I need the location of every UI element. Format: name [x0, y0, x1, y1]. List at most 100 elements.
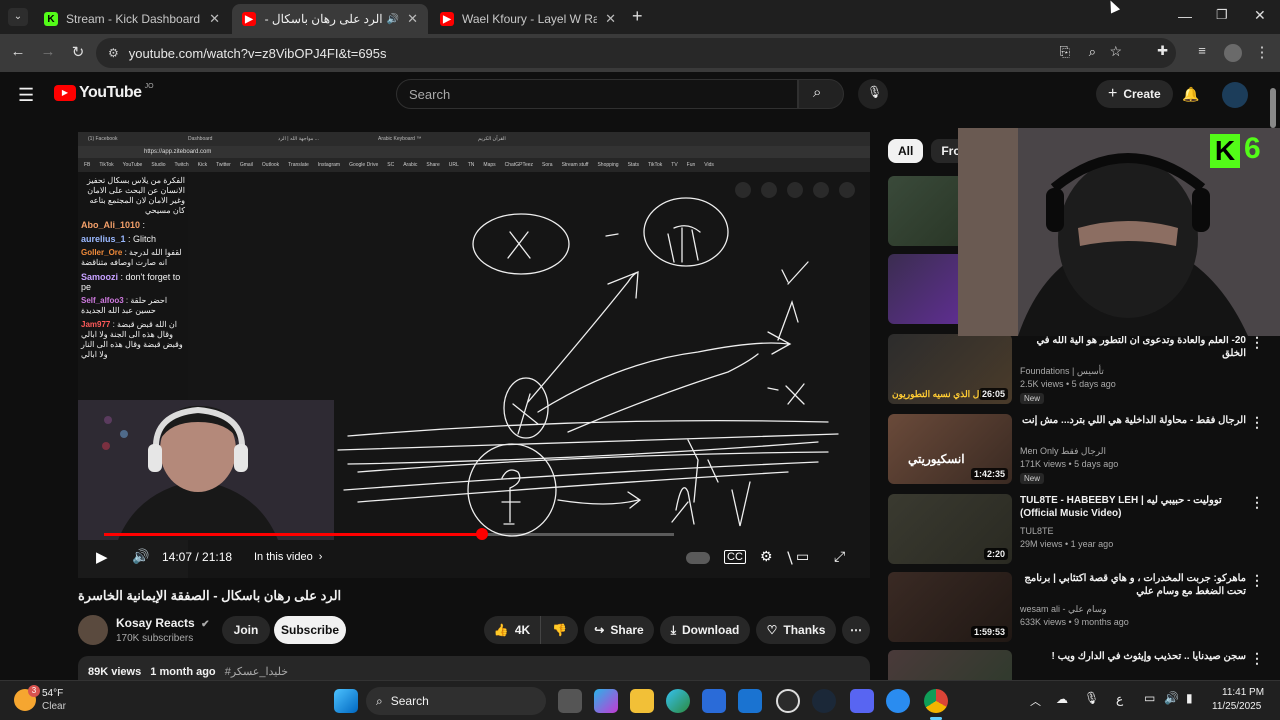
tab-title: الرد على رهان باسكال - الصفقة	[264, 12, 383, 26]
more-vertical-icon[interactable]: ⋮	[1250, 334, 1264, 351]
media-control-icon[interactable]: ≡	[1192, 43, 1212, 58]
channel-name[interactable]: Kosay Reacts ✔	[116, 616, 209, 630]
download-button[interactable]: ⤓ Download	[660, 616, 750, 644]
bookmark: TV	[671, 162, 678, 168]
discord-icon[interactable]	[850, 689, 874, 713]
back-button[interactable]: ←	[8, 43, 28, 60]
close-tab-icon[interactable]: ✕	[605, 11, 616, 27]
minimize-button[interactable]: —	[1178, 8, 1192, 24]
clock-time[interactable]: 11:41 PM	[1222, 687, 1264, 698]
volume-icon[interactable]: 🔊	[132, 548, 149, 565]
store-icon[interactable]	[702, 689, 726, 713]
recommended-video[interactable]: سجن صيدنايا .. تحذيب وإيثوث في الدارك وي…	[888, 650, 1264, 680]
new-badge: New	[1020, 393, 1045, 404]
obs-icon[interactable]	[776, 689, 800, 713]
windows-start-icon[interactable]	[334, 689, 358, 713]
tab-title: Stream - Kick Dashboard	[66, 12, 201, 26]
more-vertical-icon[interactable]: ⋮	[1250, 650, 1264, 667]
create-button[interactable]: + Create	[1096, 80, 1173, 108]
profile-avatar[interactable]	[1224, 44, 1242, 62]
messenger-icon[interactable]	[886, 689, 910, 713]
chat-username: Self_alfoo3	[81, 296, 124, 305]
miniplayer-icon[interactable]: ▭	[796, 548, 809, 565]
rec-title: سجن صيدنايا .. تحذيب وإيثوث في الدارك وي…	[1051, 651, 1246, 662]
steam-icon[interactable]	[812, 689, 836, 713]
close-tab-icon[interactable]: ✕	[209, 11, 220, 27]
chat-message: Jam977 : ان الله قبض قبضة وقال هذه الى ا…	[81, 320, 185, 360]
address-bar[interactable]: ⚙ youtube.com/watch?v=z8VibOPJ4FI&t=695s…	[96, 38, 1176, 68]
copilot-icon[interactable]	[594, 689, 618, 713]
chip-all[interactable]: All	[888, 139, 924, 163]
forward-button[interactable]: →	[38, 43, 58, 60]
tab-youtube-video[interactable]: ▶ الرد على رهان باسكال - الصفقة 🔊 ✕	[232, 4, 428, 34]
in-this-video-button[interactable]: In this video ›	[254, 546, 322, 568]
progress-bar[interactable]	[104, 528, 674, 540]
new-tab-button[interactable]: +	[632, 6, 643, 27]
task-view-icon[interactable]	[558, 689, 582, 713]
tab-wael-kfoury[interactable]: ▶ Wael Kfoury - Layel W Raad | ليل ✕	[430, 4, 626, 34]
settings-gear-icon[interactable]: ⚙	[760, 548, 773, 565]
join-button[interactable]: Join	[222, 616, 270, 644]
page-scrollbar[interactable]	[1270, 88, 1276, 128]
play-button[interactable]: ▶	[96, 548, 108, 566]
close-tab-icon[interactable]: ✕	[407, 11, 418, 27]
more-vertical-icon[interactable]: ⋮	[1250, 494, 1264, 511]
zoom-icon[interactable]: ⌕	[1089, 44, 1096, 60]
bookmark-star-icon[interactable]: ☆	[1109, 43, 1122, 60]
recommended-video[interactable]: 2:20 TUL8TE - HABEEBY LEH | تووليت - حبي…	[888, 494, 1264, 568]
hamburger-menu-icon[interactable]: ☰	[18, 85, 34, 106]
weather-widget[interactable]: 3 54°F Clear	[14, 685, 104, 715]
volume-tray-icon[interactable]: 🔊	[1164, 691, 1179, 705]
speaker-icon[interactable]: 🔊	[387, 14, 399, 25]
network-icon[interactable]: ▭	[1144, 691, 1155, 705]
more-actions-button[interactable]: ⋯	[842, 616, 870, 644]
onedrive-icon[interactable]: ☁	[1056, 692, 1068, 706]
tab-kick-dashboard[interactable]: K Stream - Kick Dashboard ✕	[34, 4, 230, 34]
file-explorer-icon[interactable]	[630, 689, 654, 713]
inner-tab: Dashboard	[188, 136, 213, 142]
menu-icon[interactable]: ⋮	[1252, 43, 1272, 61]
youtube-logo[interactable]: ▶ YouTube JO	[54, 83, 154, 102]
extensions-icon[interactable]: ✚	[1157, 43, 1168, 59]
reload-button[interactable]: ↻	[68, 43, 88, 61]
fullscreen-icon[interactable]: ⤢	[834, 548, 845, 565]
recommended-video[interactable]: انسكيوريتي 1:42:35 الرجال فقط - محاولة ا…	[888, 414, 1264, 488]
chrome-icon[interactable]	[924, 689, 948, 713]
edge-icon[interactable]	[666, 689, 690, 713]
voice-search-button[interactable]: 🎙	[858, 79, 888, 109]
channel-avatar[interactable]	[78, 615, 108, 645]
search-button[interactable]: ⌕	[798, 79, 844, 109]
microphone-tray-icon[interactable]: 🎙	[1084, 691, 1099, 705]
share-button[interactable]: ↪ Share	[584, 616, 654, 644]
video-player[interactable]: (1) Facebook Dashboard مواجهة الله | الر…	[78, 132, 870, 578]
close-window-button[interactable]: ✕	[1254, 7, 1266, 24]
search-input[interactable]: Search	[396, 79, 798, 109]
duration-badge: 2:20	[983, 548, 1008, 560]
rec-meta: 2.5K views • 5 days ago	[1020, 379, 1116, 389]
tab-list-button[interactable]: ⌄	[8, 8, 28, 26]
like-button[interactable]: 👍 4K	[484, 616, 540, 644]
dislike-button[interactable]: 👎	[540, 616, 578, 644]
account-avatar[interactable]	[1222, 82, 1248, 108]
thanks-button[interactable]: ♡ Thanks	[756, 616, 836, 644]
browser-toolbar: ← → ↻ ⚙ youtube.com/watch?v=z8VibOPJ4FI&…	[0, 34, 1280, 72]
captions-icon[interactable]: CC	[724, 550, 746, 564]
site-info-icon[interactable]: ⚙	[108, 46, 119, 60]
outlook-icon[interactable]	[738, 689, 762, 713]
language-indicator[interactable]: ع	[1116, 692, 1123, 706]
more-vertical-icon[interactable]: ⋮	[1250, 414, 1264, 431]
battery-icon[interactable]: ▮	[1186, 691, 1193, 705]
autoplay-toggle[interactable]	[686, 552, 710, 564]
tray-chevron-icon[interactable]: ︿	[1030, 693, 1041, 709]
more-vertical-icon[interactable]: ⋮	[1250, 572, 1264, 589]
hashtag[interactable]: #خليدا_عسكر	[225, 666, 288, 678]
recommended-video[interactable]: 1:59:53 ماهركو: جربت المخدرات ، و هاي قص…	[888, 572, 1264, 646]
install-icon[interactable]: ⎘	[1060, 44, 1070, 60]
recommended-video[interactable]: ال الذي نسيه التطوريون 26:05 20- العلم و…	[888, 334, 1264, 408]
subscribe-button[interactable]: Subscribe	[274, 616, 346, 644]
taskbar-search[interactable]: ⌕ Search	[366, 687, 546, 715]
notifications-bell-icon[interactable]: 🔔	[1182, 86, 1199, 103]
progress-played	[104, 533, 482, 536]
clock-date[interactable]: 11/25/2025	[1212, 701, 1261, 712]
maximize-button[interactable]: ❐	[1216, 7, 1228, 23]
